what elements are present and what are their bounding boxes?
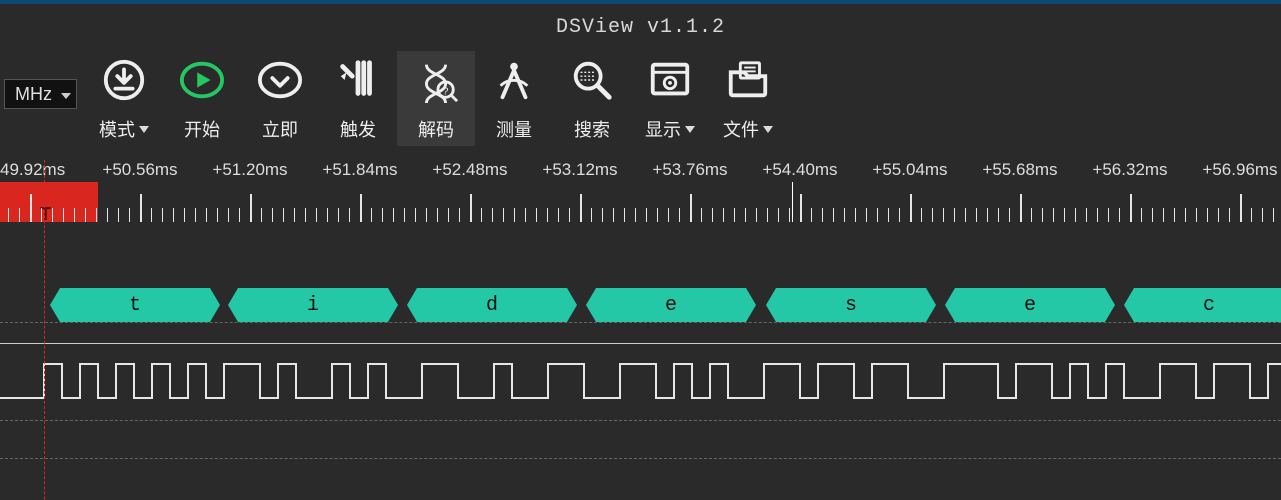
svg-text:?: ? xyxy=(443,85,449,97)
decode-token[interactable]: t xyxy=(50,288,220,322)
decode-token[interactable]: s xyxy=(766,288,936,322)
decode-token[interactable]: d xyxy=(407,288,577,322)
display-label: 显示 xyxy=(645,116,681,142)
decode-button[interactable]: ? 解码 xyxy=(397,51,475,146)
channel0-flat-line xyxy=(0,343,1281,344)
trigger-icon xyxy=(335,57,381,108)
chevron-down-icon xyxy=(685,126,695,133)
start-label: 开始 xyxy=(184,116,220,142)
search-icon xyxy=(569,57,615,108)
instant-circle-icon xyxy=(257,57,303,108)
channel1-waveform xyxy=(0,362,1281,402)
time-label: +56.96ms xyxy=(1202,160,1277,180)
display-button[interactable]: 显示 xyxy=(631,51,709,146)
compass-icon xyxy=(491,57,537,108)
mode-button[interactable]: 模式 xyxy=(85,51,163,146)
display-window-gear-icon xyxy=(647,57,693,108)
time-label: +52.48ms xyxy=(432,160,507,180)
time-ruler[interactable]: T xyxy=(0,182,1281,222)
search-button[interactable]: 搜索 xyxy=(553,51,631,146)
decode-token[interactable]: e xyxy=(945,288,1115,322)
download-circle-icon xyxy=(101,57,147,108)
time-labels-row: 49.92ms +50.56ms +51.20ms +51.84ms +52.48ms +… xyxy=(0,160,1281,182)
file-label: 文件 xyxy=(723,116,759,142)
start-button[interactable]: 开始 xyxy=(163,51,241,146)
decode-label: 解码 xyxy=(418,116,454,142)
mode-label: 模式 xyxy=(99,116,135,142)
time-label: +51.20ms xyxy=(212,160,287,180)
measure-label: 测量 xyxy=(496,116,532,142)
decode-dna-icon: ? xyxy=(413,57,459,108)
time-label: +50.56ms xyxy=(102,160,177,180)
chevron-down-icon xyxy=(763,126,773,133)
decode-token[interactable]: e xyxy=(586,288,756,322)
measure-button[interactable]: 测量 xyxy=(475,51,553,146)
trigger-label: 触发 xyxy=(340,116,376,142)
trigger-button[interactable]: 触发 xyxy=(319,51,397,146)
trigger-cursor-line[interactable] xyxy=(44,160,45,500)
mouse-cursor-line xyxy=(792,182,793,222)
time-label: +51.84ms xyxy=(322,160,397,180)
row-divider xyxy=(0,322,1281,323)
play-circle-icon xyxy=(179,57,225,108)
decode-token[interactable]: c xyxy=(1124,288,1281,322)
timeline-area[interactable]: 49.92ms +50.56ms +51.20ms +51.84ms +52.48ms +… xyxy=(0,160,1281,490)
search-label: 搜索 xyxy=(574,116,610,142)
row-divider xyxy=(0,420,1281,421)
frequency-unit-select[interactable]: MHz xyxy=(4,79,77,109)
time-label: +55.04ms xyxy=(872,160,947,180)
chevron-down-icon xyxy=(139,126,149,133)
time-label: +56.32ms xyxy=(1092,160,1167,180)
instant-button[interactable]: 立即 xyxy=(241,51,319,146)
app-title: DSView v1.1.2 xyxy=(0,4,1281,47)
instant-label: 立即 xyxy=(262,116,298,142)
row-divider xyxy=(0,458,1281,459)
time-label: 49.92ms xyxy=(0,160,65,180)
time-label: +53.76ms xyxy=(652,160,727,180)
file-folder-icon xyxy=(725,57,771,108)
time-label: +53.12ms xyxy=(542,160,617,180)
time-label: +55.68ms xyxy=(982,160,1057,180)
main-toolbar: MHz 模式 开始 立即 触发 ? 解码 测量 xyxy=(0,47,1281,154)
decode-token[interactable]: i xyxy=(228,288,398,322)
time-label: +54.40ms xyxy=(762,160,837,180)
file-button[interactable]: 文件 xyxy=(709,51,787,146)
